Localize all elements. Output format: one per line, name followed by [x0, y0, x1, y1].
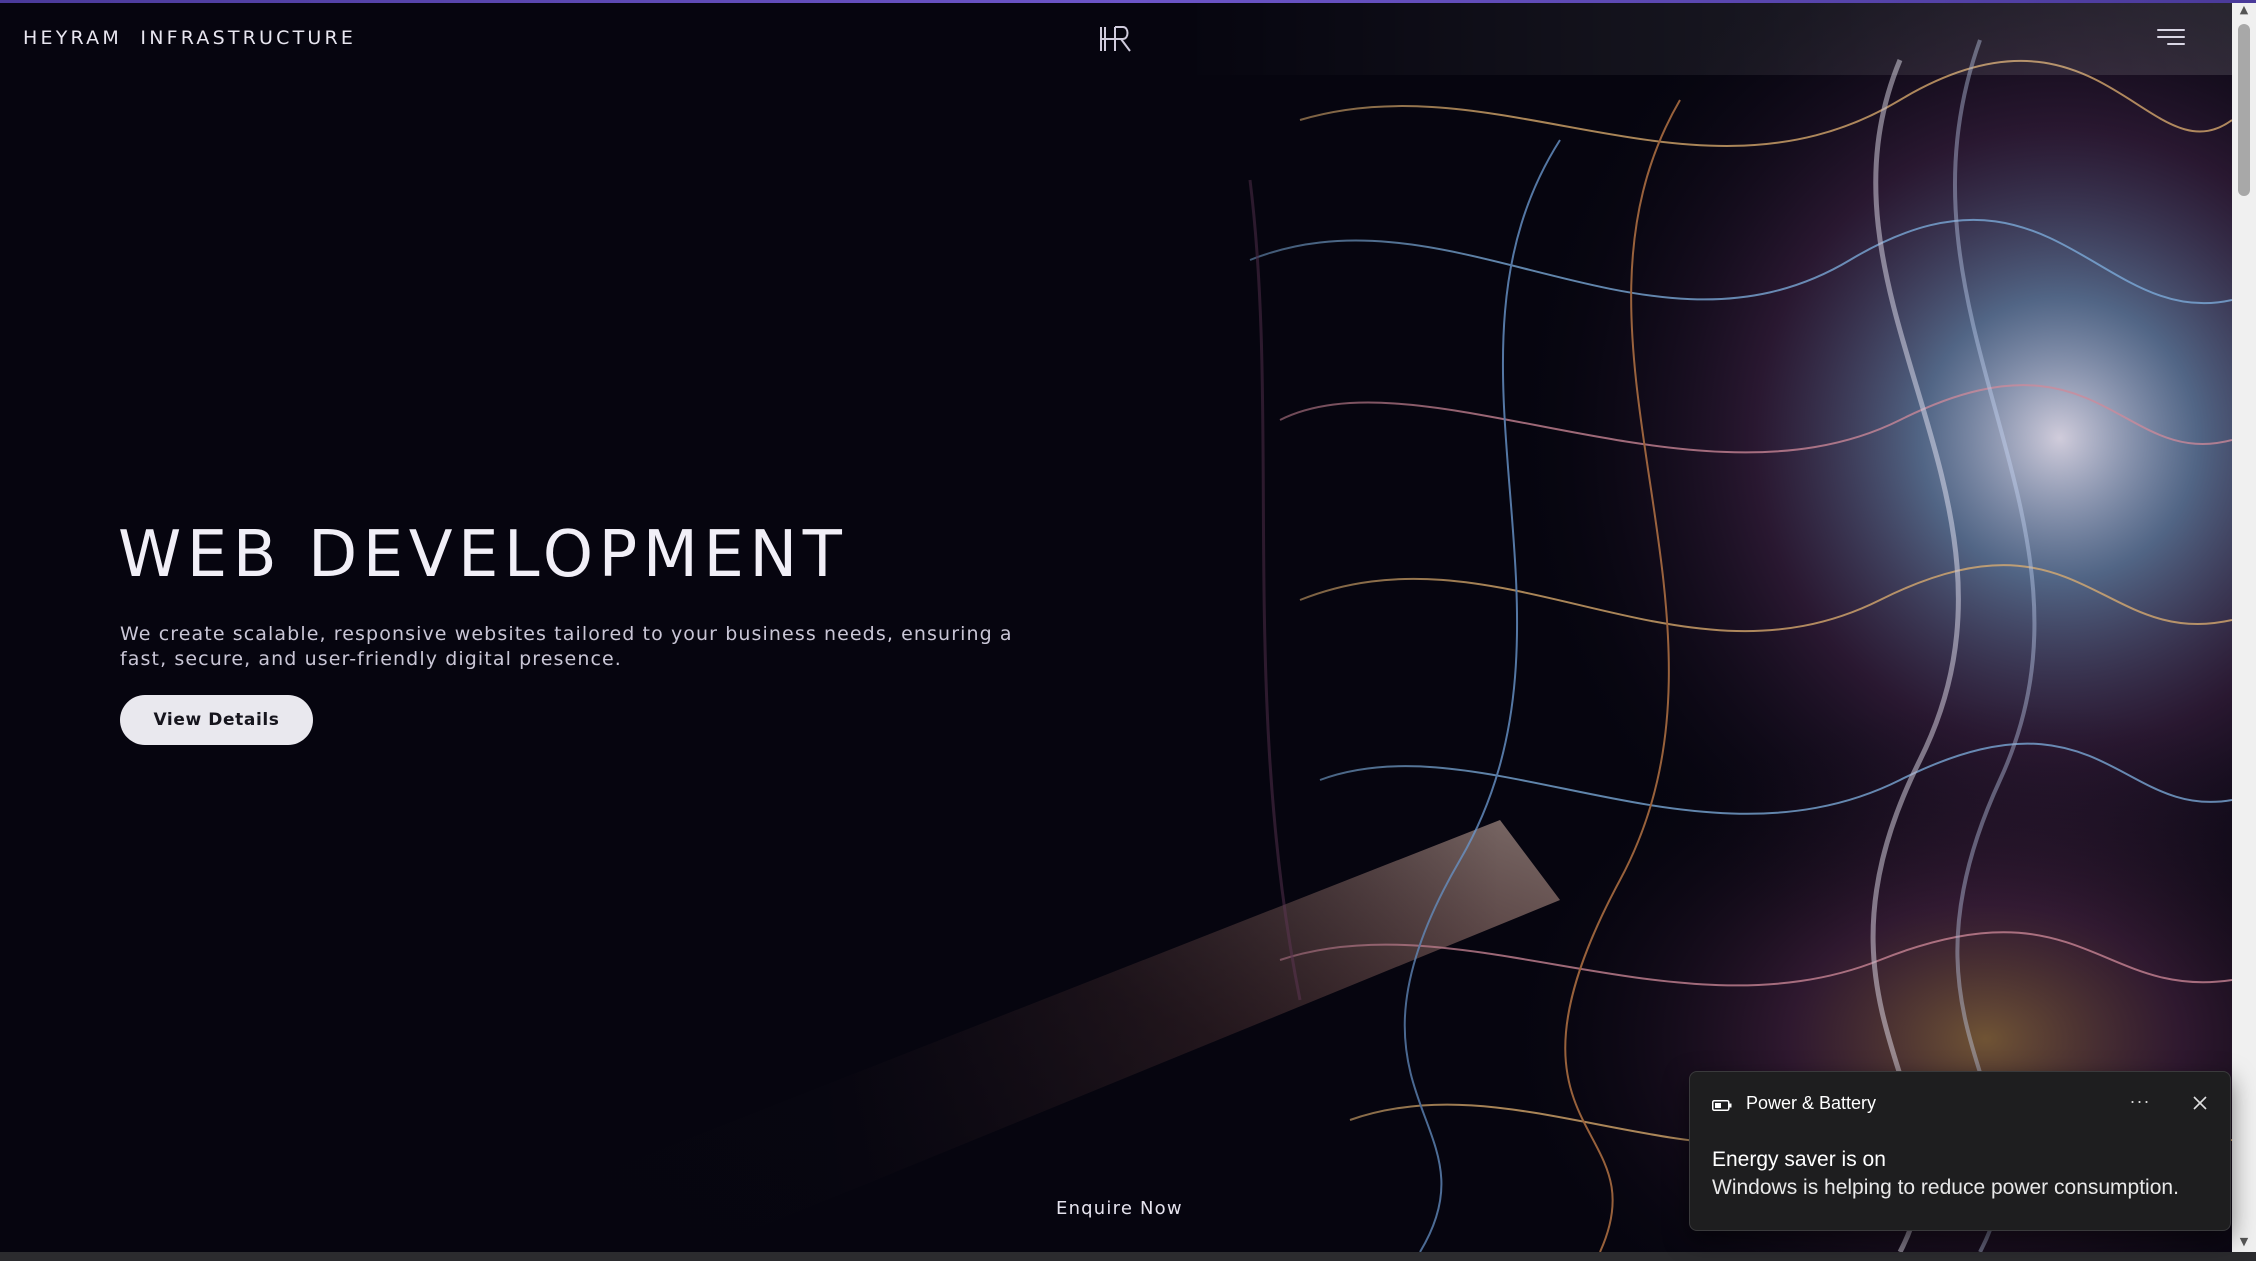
view-details-button[interactable]: View Details — [120, 695, 313, 745]
site-header: HEYRAM INFRASTRUCTURE — [0, 3, 2232, 75]
battery-icon — [1712, 1098, 1732, 1111]
energy-saver-notification[interactable]: Power & Battery ··· Energy saver is on W… — [1689, 1071, 2231, 1231]
hero-description: We create scalable, responsive websites … — [120, 623, 1013, 670]
window-accent-bar — [0, 0, 2256, 3]
scroll-thumb[interactable] — [2238, 24, 2250, 196]
page-viewport: HEYRAM INFRASTRUCTURE WEB DEVELOPMENT We… — [0, 0, 2232, 1252]
hero-title: WEB DEVELOPMENT — [118, 518, 848, 592]
vertical-scrollbar[interactable]: ▲ ▼ — [2232, 0, 2256, 1252]
hr-logo-icon[interactable] — [1097, 24, 1133, 54]
close-icon[interactable] — [2182, 1086, 2218, 1120]
hamburger-menu-icon[interactable] — [2155, 29, 2185, 49]
notification-title: Energy saver is on — [1712, 1148, 1886, 1171]
window-bottom-edge — [0, 1252, 2256, 1261]
scroll-down-arrow-icon[interactable]: ▼ — [2232, 1232, 2256, 1252]
scroll-up-arrow-icon[interactable]: ▲ — [2232, 0, 2256, 20]
notification-app-name: Power & Battery — [1746, 1093, 1877, 1113]
more-options-icon[interactable]: ··· — [2122, 1086, 2158, 1120]
enquire-now-link[interactable]: Enquire Now — [1056, 1198, 1183, 1219]
brand-name[interactable]: HEYRAM INFRASTRUCTURE — [23, 27, 356, 49]
notification-body: Windows is helping to reduce power consu… — [1712, 1176, 2179, 1199]
